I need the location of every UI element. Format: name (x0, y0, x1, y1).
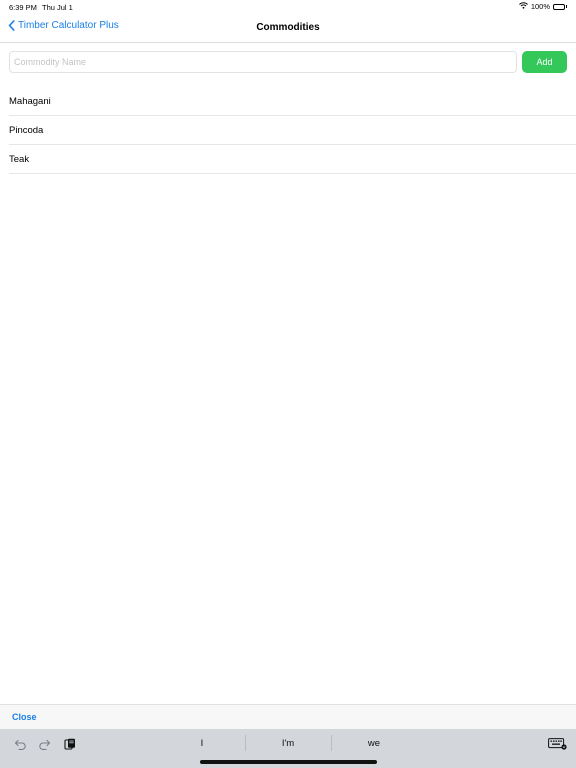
battery-icon (553, 3, 565, 10)
page-title: Commodities (256, 22, 320, 33)
commodity-name-input[interactable] (9, 51, 517, 73)
status-indicators: 100% (518, 2, 567, 11)
suggestion-1[interactable]: I (162, 738, 242, 749)
home-indicator (200, 760, 377, 764)
close-button[interactable]: Close (12, 712, 37, 722)
status-time: 6:39 PM (9, 3, 37, 12)
list-item[interactable]: Mahagani (9, 87, 576, 116)
keyboard-accessory-bar: Close (0, 704, 576, 730)
suggestion-3[interactable]: we (334, 738, 414, 749)
wifi-icon (518, 2, 528, 11)
battery-percent: 100% (530, 2, 550, 11)
redo-icon[interactable] (37, 737, 51, 751)
undo-icon[interactable] (13, 737, 27, 751)
keyboard-dismiss-icon[interactable] (547, 737, 567, 751)
suggestion-divider (331, 735, 332, 751)
paste-icon[interactable] (63, 737, 77, 751)
status-bar: 6:39 PM Thu Jul 1 100% (0, 0, 576, 14)
suggestion-2[interactable]: I'm (248, 738, 328, 749)
add-commodity-form: Add (9, 51, 567, 73)
status-date: Thu Jul 1 (42, 3, 73, 12)
commodity-list: Mahagani Pincoda Teak (9, 87, 576, 174)
navigation-bar: Timber Calculator Plus Commodities (0, 14, 576, 43)
list-item[interactable]: Pincoda (9, 116, 576, 145)
suggestion-divider (245, 735, 246, 751)
list-item[interactable]: Teak (9, 145, 576, 174)
battery-tip (566, 5, 567, 8)
add-button[interactable]: Add (522, 51, 567, 73)
